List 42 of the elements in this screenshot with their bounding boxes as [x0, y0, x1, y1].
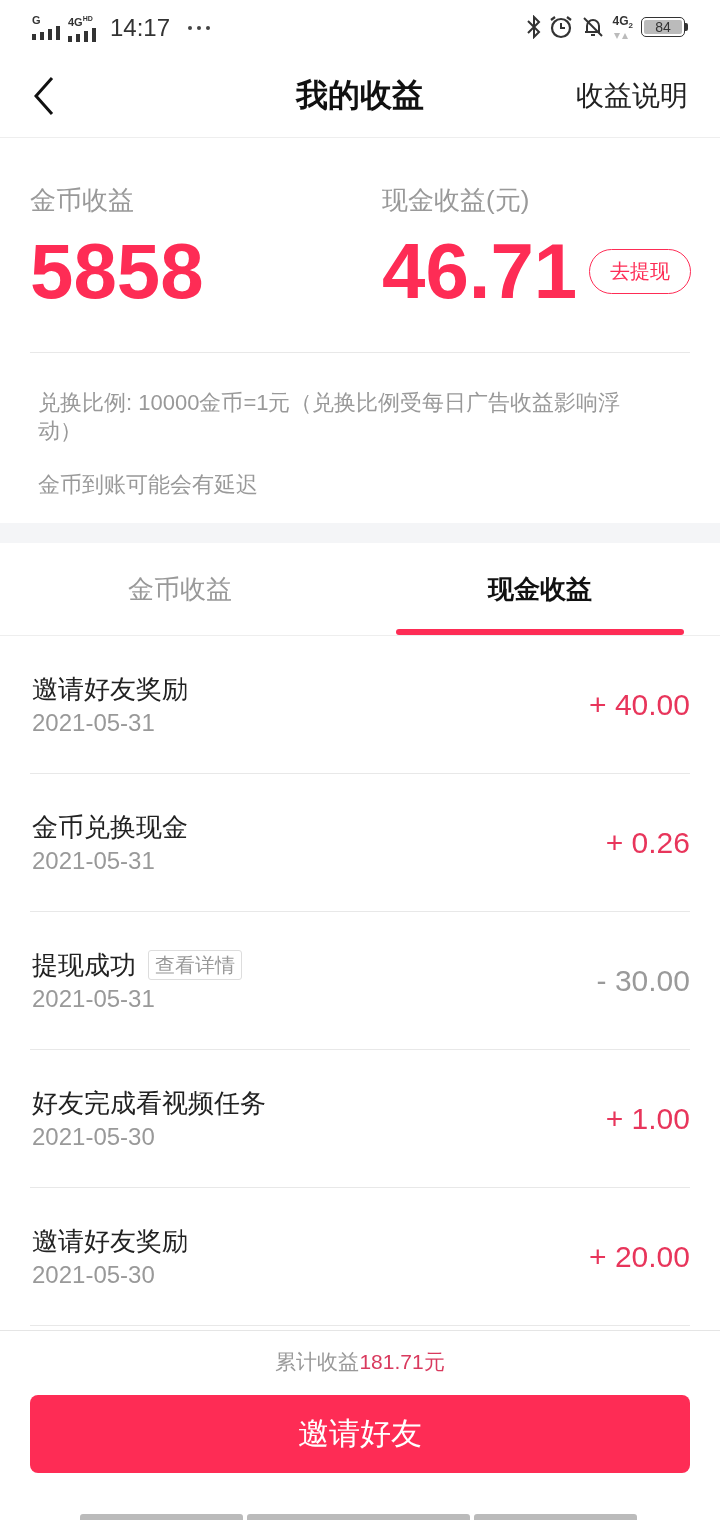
transaction-amount: + 40.00 — [589, 687, 690, 722]
view-details-button[interactable]: 查看详情 — [148, 949, 242, 980]
transaction-date: 2021-05-31 — [32, 845, 156, 876]
info-note: 兑换比例: 10000金币=1元（兑换比例受每日广告收益影响浮动） — [38, 389, 622, 445]
transaction-title: 好友完成看视频任务 — [32, 1086, 266, 1120]
tab[interactable]: 现金收益 — [360, 543, 720, 635]
transaction-title: 邀请好友奖励 — [32, 1224, 188, 1258]
invite-friends-button[interactable]: 邀请好友 — [30, 1395, 690, 1473]
info-note: 金币到账可能会有延迟 — [38, 471, 259, 499]
transaction-amount: + 20.00 — [589, 1239, 690, 1274]
data-network-label: 4G$_{2}$ — [612, 15, 633, 33]
transaction-amount: - 30.00 — [596, 963, 690, 998]
signal-strength-icon — [68, 27, 96, 42]
transaction-date: 2021-05-30 — [32, 1121, 156, 1152]
battery-percentage: 84 — [644, 20, 682, 35]
transaction-date: 2021-05-30 — [32, 1259, 156, 1290]
cash-earnings-value: 46.71 — [382, 226, 578, 316]
transaction-title: 邀请好友奖励 — [32, 672, 188, 706]
alarm-clock-icon — [548, 15, 573, 40]
earnings-info-link[interactable]: 收益说明 — [576, 77, 688, 115]
signal-strength-icon — [32, 26, 60, 40]
transaction-date: 2021-05-31 — [32, 983, 156, 1014]
more-dots-icon — [188, 25, 211, 30]
bluetooth-icon — [526, 15, 541, 40]
coin-earnings-value: 5858 — [30, 226, 204, 316]
transaction-date: 2021-05-31 — [32, 707, 156, 738]
coin-earnings-label: 金币收益 — [30, 184, 135, 216]
data-activity-icon — [612, 32, 629, 40]
back-chevron-icon — [34, 77, 54, 115]
withdraw-button[interactable]: 去提现 — [589, 248, 692, 294]
tab[interactable]: 金币收益 — [0, 543, 360, 635]
network-type-label: G — [32, 15, 41, 26]
network-type-label: 4G$^{HD}$ — [68, 14, 93, 28]
page-title: 我的收益 — [296, 76, 424, 115]
transaction-title: 金币兑换现金 — [32, 810, 188, 844]
cash-earnings-label: 现金收益(元) — [382, 184, 531, 216]
transaction-amount: + 0.26 — [605, 825, 690, 860]
total-earnings-value: 181.71元 — [359, 1349, 445, 1375]
transaction-amount: + 1.00 — [605, 1101, 690, 1136]
total-earnings-label: 累计收益 — [275, 1349, 360, 1375]
transaction-title: 提现成功 — [32, 948, 136, 982]
status-time: 14:17 — [110, 13, 171, 42]
